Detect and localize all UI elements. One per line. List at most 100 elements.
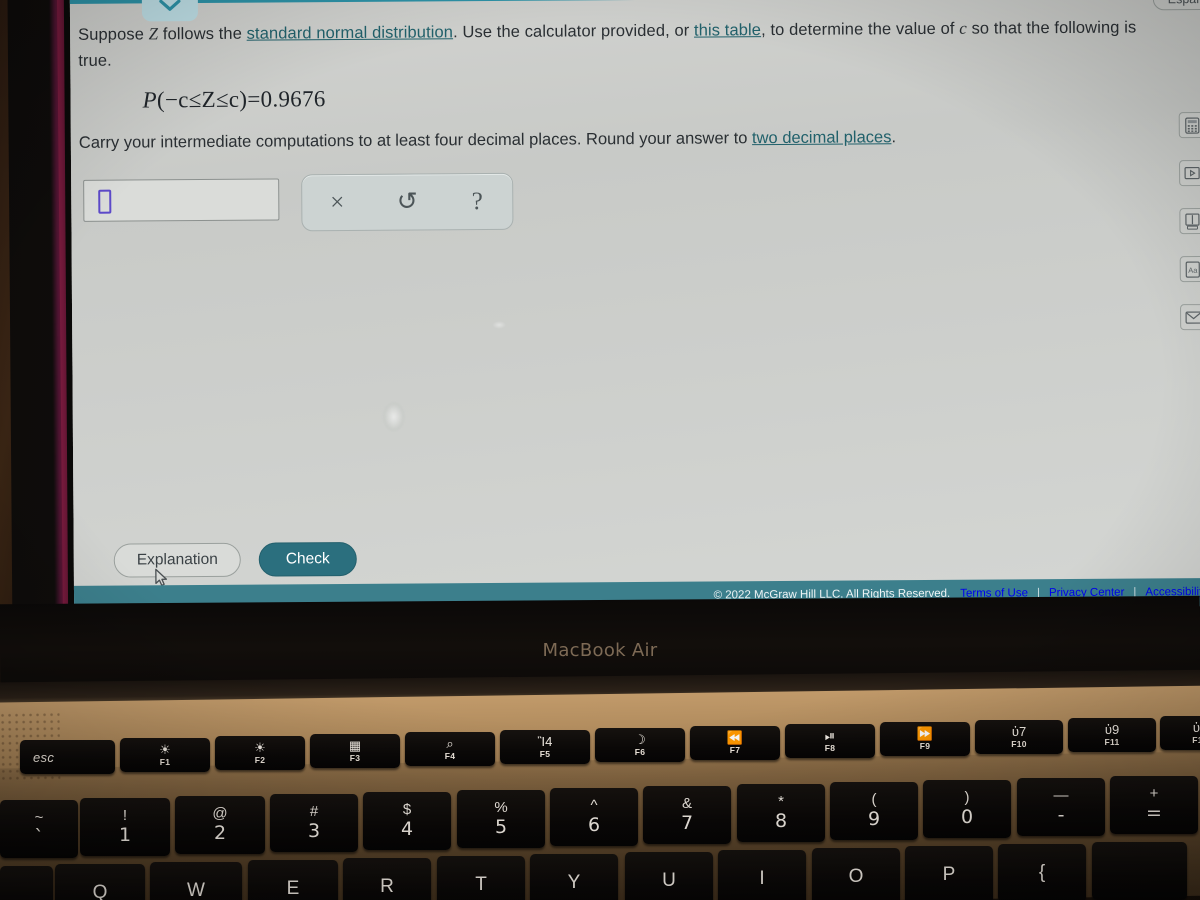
key-f3-mission-control-label: F3 [349,753,361,763]
key-y[interactable]: Y [530,854,618,900]
key-f10-mute[interactable]: ὐ7 F10 [975,720,1063,754]
key-1-label: 1 [118,824,132,846]
right-tool-rail: Español [1152,0,1200,562]
key-8[interactable]: * 8 [737,784,825,842]
key-right-bracket[interactable] [1092,842,1187,900]
key-equals-label: = [1146,802,1162,824]
key-0-label: 0 [960,806,974,828]
key-minus-shift-label: — [1053,787,1069,804]
key-w[interactable]: W [150,862,242,900]
key-i-label: I [759,868,765,889]
key-7-shift-label: & [681,795,692,812]
key-f4-spotlight[interactable]: ⌕ F4 [405,732,495,766]
link-this-table[interactable]: this table [694,21,761,39]
clear-icon[interactable]: × [315,182,359,222]
undo-icon[interactable]: ↺ [385,182,429,222]
math-input-toolbar: × ↺ ? [301,172,514,232]
key-equals[interactable]: + = [1110,776,1198,834]
key-o[interactable]: O [812,848,900,900]
key-4[interactable]: $4 [363,792,451,850]
key-backtick-shift-label: ~ [34,809,44,826]
key-f1-brightness-down[interactable]: ☀ F1 [120,738,210,772]
key-f6-do-not-disturb-label: F6 [634,747,646,757]
help-icon[interactable]: ? [455,181,499,221]
key-f1-brightness-down-glyph: ☀ [159,742,171,757]
espanol-language-button[interactable]: Español [1152,0,1200,11]
key-9[interactable]: (9 [830,782,918,840]
key-f2-brightness-up[interactable]: ☀ F2 [215,736,305,770]
key-e[interactable]: E [248,860,338,900]
link-two-decimal-places[interactable]: two decimal places [752,128,892,147]
key-f12-volume-up[interactable]: ὐaF12 [1160,716,1200,750]
key-f2-brightness-up-label: F2 [254,755,266,765]
answer-caret-placeholder [98,189,112,214]
key-i[interactable]: I [718,850,806,900]
key-t-label: T [475,874,487,895]
key-f4-spotlight-label: F4 [444,751,456,761]
key-2-label: 2 [213,822,227,844]
key-o-label: O [848,866,864,887]
key-f2-brightness-up-glyph: ☀ [254,740,266,755]
key-0-shift-label: ) [964,789,970,806]
screen-smudge-small [492,320,507,330]
key-f9-fast-forward-glyph: ⏩ [916,726,934,741]
reference-book-icon[interactable] [1179,208,1200,235]
video-play-icon[interactable] [1179,160,1200,187]
key-8-shift-label: * [778,793,784,810]
key-u-label: U [662,870,676,891]
macbook-air-label: MacBook Air [542,640,658,661]
question-text-part-4: , to determine the value of [760,19,960,40]
probability-formula: P(−c≤Z≤c)=0.9676 [142,86,325,113]
key-t[interactable]: T [437,856,525,900]
calculator-icon[interactable] [1178,112,1200,139]
key-r-label: R [380,876,394,897]
key-f8-play-pause-label: F8 [824,743,836,753]
key-f8-play-pause[interactable]: ⏯ F8 [785,724,875,758]
key-f5-dictation[interactable]: Ἲ4 F5 [500,730,590,764]
answer-input[interactable] [83,178,280,222]
key-f4-spotlight-glyph: ⌕ [446,736,454,751]
question-content: Suppose Z follows the standard normal di… [70,0,1200,586]
key-3[interactable]: #3 [270,794,358,852]
formula-equals-value: =0.9676 [247,86,326,112]
key-tab[interactable] [0,866,53,900]
mail-envelope-icon[interactable] [1180,304,1200,331]
rounding-instructions: Carry your intermediate computations to … [79,122,1169,156]
key-0[interactable]: ) 0 [923,780,1011,838]
explanation-button[interactable]: Explanation [113,542,241,578]
key-r[interactable]: R [343,858,431,900]
key-f6-do-not-disturb[interactable]: ☽ F6 [595,728,685,762]
key-2-shift-label: @ [212,805,228,822]
key-q[interactable]: Q [55,864,145,900]
key-4-shift-label: $ [402,801,412,818]
key-f10-mute-glyph: ὐ7 [1011,724,1027,739]
key-1[interactable]: ! 1 [80,798,170,856]
key-backtick[interactable]: ~ ` [0,800,78,858]
variable-z: Z [148,24,159,44]
link-standard-normal-distribution[interactable]: standard normal distribution [247,23,454,42]
key-f9-fast-forward[interactable]: ⏩ F9 [880,722,970,756]
key-7[interactable]: & 7 [643,786,731,844]
key-f11-volume-down[interactable]: ὐ9 F11 [1068,718,1156,752]
key-f7-rewind[interactable]: ⏪ F7 [690,726,780,760]
key-esc[interactable]: esc [20,740,115,774]
key-p[interactable]: P [905,846,993,900]
key-2[interactable]: @2 [175,796,265,854]
rounding-text-part-1: Carry your intermediate computations to … [78,129,753,152]
key-3-shift-label: # [309,803,319,820]
dictionary-aa-icon[interactable]: Aa [1179,256,1200,283]
key-6[interactable]: ^ 6 [550,788,638,846]
key-y-label: Y [567,872,581,893]
key-minus[interactable]: — - [1017,778,1105,836]
formula-interval: (−c≤Z≤c) [156,86,248,113]
check-button[interactable]: Check [258,541,357,577]
key-5[interactable]: % 5 [457,790,545,848]
key-w-label: W [187,880,205,900]
key-u[interactable]: U [625,852,713,900]
formula-p-symbol: P [142,87,158,113]
key-f7-rewind-glyph: ⏪ [726,730,744,745]
key-left-bracket[interactable]: { [998,844,1086,900]
screenshot-root: Suppose Z follows the standard normal di… [0,0,1200,900]
variable-c: c [959,18,967,38]
key-f3-mission-control[interactable]: ▦ F3 [310,734,400,768]
